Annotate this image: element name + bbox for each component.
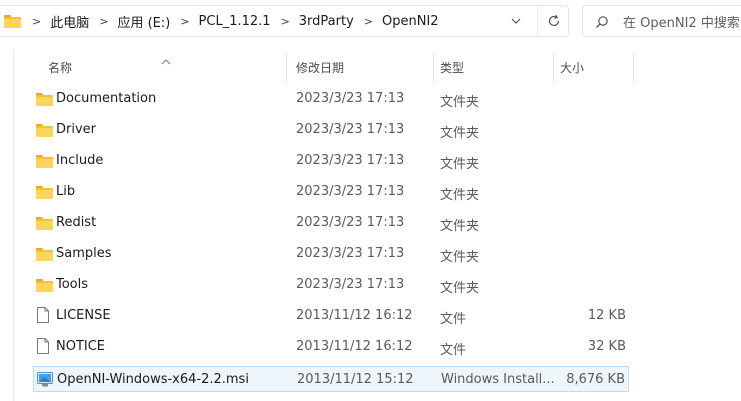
file-date: 2013/11/12 16:12 [296,308,413,323]
file-name: Driver [56,122,97,137]
document-icon [37,338,49,354]
file-type: 文件夹 [440,250,480,265]
file-name: Tools [56,277,89,292]
file-row-include[interactable]: Include 2023/3/23 17:13 文件夹 [33,148,629,174]
column-header: 名称 修改日期 类型 大小 [14,52,741,82]
file-size: 12 KB [587,308,626,323]
column-divider[interactable] [633,52,634,82]
breadcrumb-separator-icon[interactable]: > [99,15,108,28]
column-type-header[interactable]: 类型 [440,59,464,76]
file-date: 2023/3/23 17:13 [296,91,405,106]
msi-installer-icon [37,372,53,387]
file-type: 文件夹 [440,157,480,172]
file-type: 文件夹 [440,126,480,141]
file-date: 2023/3/23 17:13 [296,184,405,199]
file-type: 文件夹 [440,95,480,110]
column-name-header[interactable]: 名称 [48,59,72,76]
file-name: Documentation [56,91,157,106]
file-type: 文件 [440,343,467,358]
breadcrumb-separator-icon: > [32,14,42,28]
location-folder-icon [4,14,22,28]
file-row-driver[interactable]: Driver 2023/3/23 17:13 文件夹 [33,117,629,143]
file-name: Include [56,153,104,168]
file-row-openni-msi[interactable]: OpenNI-Windows-x64-2.2.msi 2013/11/12 15… [33,366,629,392]
file-size: 8,676 KB [566,372,625,387]
column-divider[interactable] [433,52,434,82]
file-type: 文件 [440,312,467,327]
breadcrumb-drive-e[interactable]: 应用 (E:) [117,12,170,31]
breadcrumb-separator-icon[interactable]: > [281,15,290,28]
folder-icon [36,124,53,137]
breadcrumb-separator-icon[interactable]: > [180,15,189,28]
file-name: OpenNI-Windows-x64-2.2.msi [57,372,249,387]
file-name: Lib [56,184,76,199]
file-date: 2023/3/23 17:13 [296,215,405,230]
navigation-pane-edge[interactable] [13,50,14,401]
search-icon [595,14,609,28]
file-name: NOTICE [56,339,106,354]
file-date: 2023/3/23 17:13 [296,153,405,168]
column-size-header[interactable]: 大小 [560,59,584,76]
file-name: LICENSE [56,308,111,323]
folder-icon [36,186,53,199]
file-row-documentation[interactable]: Documentation 2023/3/23 17:13 文件夹 [33,86,629,112]
file-name: Redist [56,215,97,230]
column-divider[interactable] [286,52,287,82]
file-size: 32 KB [587,339,626,354]
file-date: 2013/11/12 15:12 [297,372,414,387]
refresh-icon[interactable] [537,6,570,36]
breadcrumb-pcl[interactable]: PCL_1.12.1 [199,14,271,29]
folder-icon [36,248,53,261]
file-explorer-window: > 此电脑 > 应用 (E:) > PCL_1.12.1 > 3rdParty … [0,0,741,401]
file-date: 2023/3/23 17:13 [296,277,405,292]
file-row-redist[interactable]: Redist 2023/3/23 17:13 文件夹 [33,210,629,236]
file-date: 2013/11/12 16:12 [296,339,413,354]
file-row-tools[interactable]: Tools 2023/3/23 17:13 文件夹 [33,272,629,298]
document-icon [37,307,49,323]
breadcrumb-3rdparty[interactable]: 3rdParty [299,14,354,29]
sort-ascending-icon [161,50,171,65]
folder-icon [36,155,53,168]
address-bar[interactable]: > 此电脑 > 应用 (E:) > PCL_1.12.1 > 3rdParty … [0,5,569,37]
breadcrumb-openni2[interactable]: OpenNI2 [382,14,439,29]
column-divider[interactable] [553,52,554,82]
file-date: 2023/3/23 17:13 [296,122,405,137]
folder-icon [36,279,53,292]
address-history-chevron-down-icon[interactable] [508,13,524,29]
file-row-samples[interactable]: Samples 2023/3/23 17:13 文件夹 [33,241,629,267]
search-placeholder: 在 OpenNI2 中搜索 [623,15,740,31]
folder-icon [36,93,53,106]
file-row-notice[interactable]: NOTICE 2013/11/12 16:12 文件 32 KB [33,334,629,360]
file-type: 文件夹 [440,188,480,203]
column-date-header[interactable]: 修改日期 [296,59,344,76]
file-name: Samples [56,246,112,261]
file-type: Windows Install... [441,372,555,387]
file-row-license[interactable]: LICENSE 2013/11/12 16:12 文件 12 KB [33,303,629,329]
file-type: 文件夹 [440,219,480,234]
breadcrumb-this-pc[interactable]: 此电脑 [50,12,89,31]
folder-icon [36,217,53,230]
breadcrumb-separator-icon[interactable]: > [364,15,373,28]
file-type: 文件夹 [440,281,480,296]
file-row-lib[interactable]: Lib 2023/3/23 17:13 文件夹 [33,179,629,205]
file-date: 2023/3/23 17:13 [296,246,405,261]
search-box[interactable]: 在 OpenNI2 中搜索 [582,5,741,37]
